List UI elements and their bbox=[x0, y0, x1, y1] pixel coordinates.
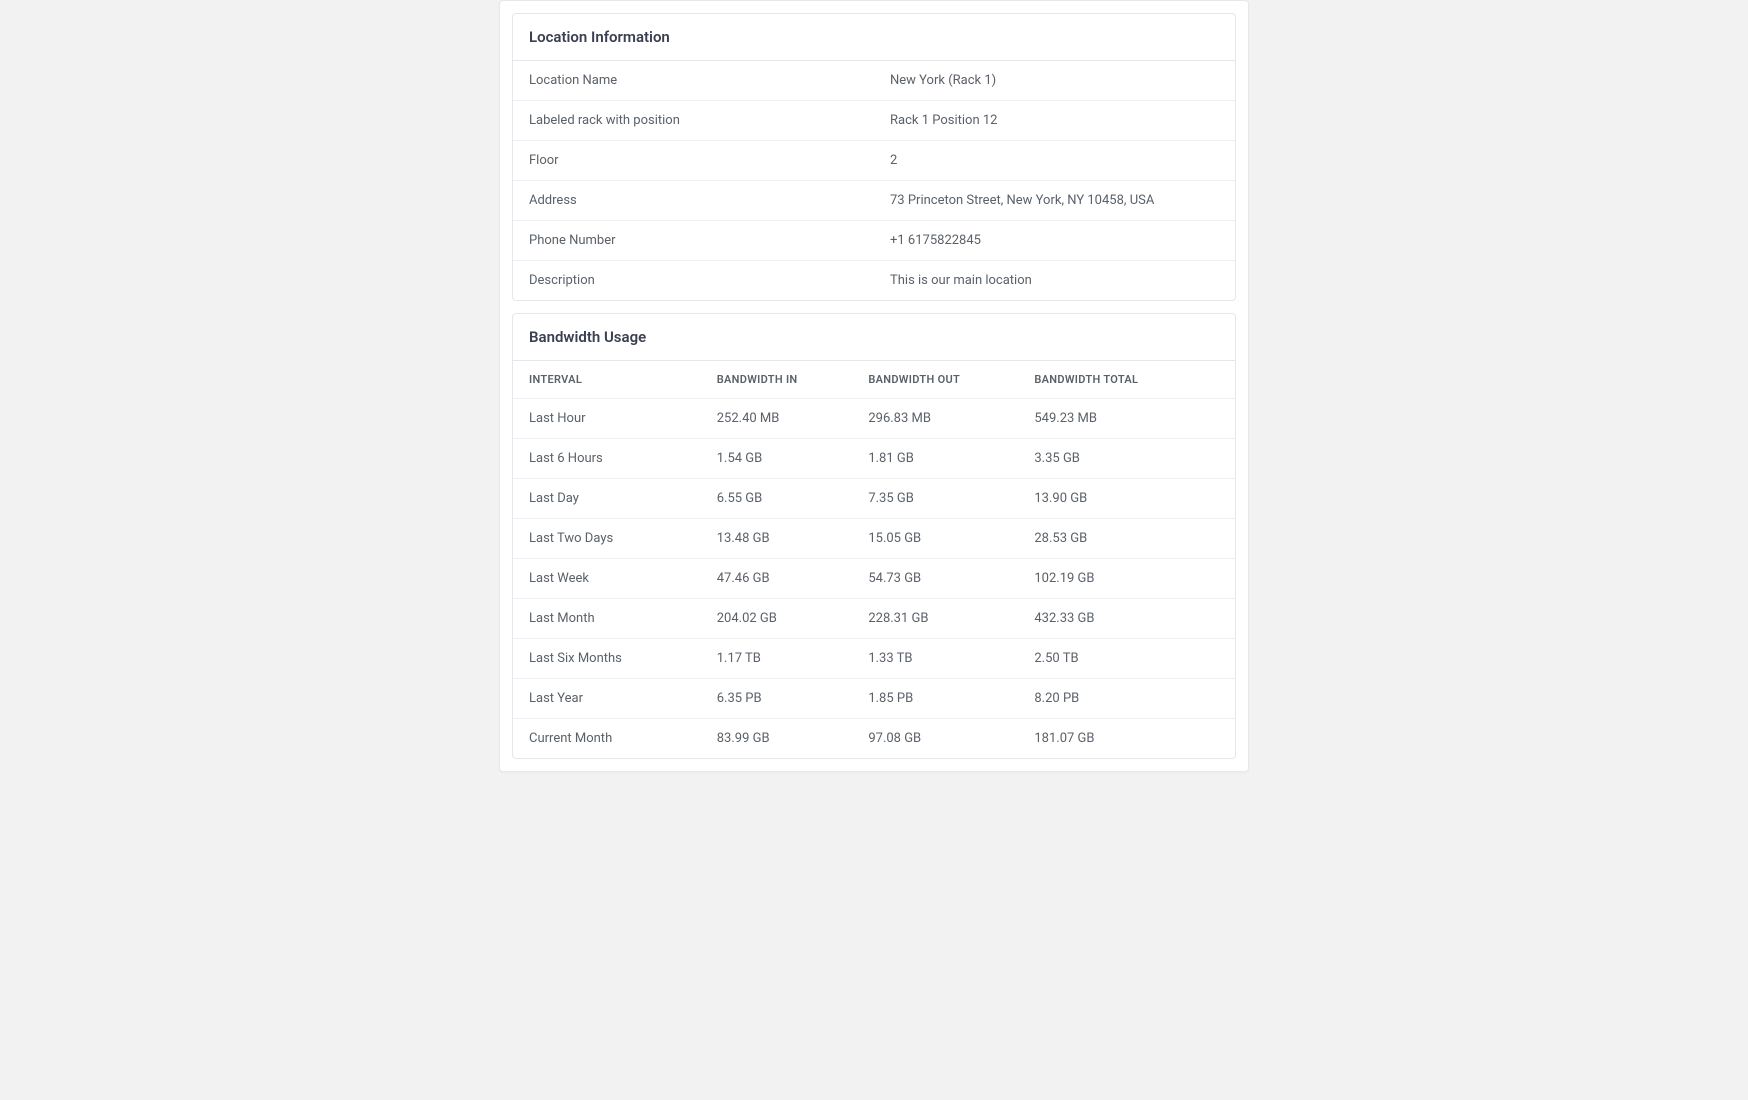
bandwidth-usage-card: Bandwidth Usage INTERVAL BANDWIDTH IN BA… bbox=[512, 313, 1236, 759]
col-bandwidth-out: BANDWIDTH OUT bbox=[852, 361, 1018, 399]
location-info-card: Location Information Location Name New Y… bbox=[512, 13, 1236, 301]
cell-interval: Last Week bbox=[513, 559, 701, 599]
cell-in: 13.48 GB bbox=[701, 519, 853, 559]
col-bandwidth-in: BANDWIDTH IN bbox=[701, 361, 853, 399]
cell-in: 204.02 GB bbox=[701, 599, 853, 639]
info-label: Description bbox=[513, 261, 874, 301]
info-row: Address 73 Princeton Street, New York, N… bbox=[513, 181, 1235, 221]
cell-in: 1.54 GB bbox=[701, 439, 853, 479]
info-row: Labeled rack with position Rack 1 Positi… bbox=[513, 101, 1235, 141]
cell-out: 296.83 MB bbox=[852, 399, 1018, 439]
bandwidth-usage-title: Bandwidth Usage bbox=[529, 328, 1219, 346]
cell-interval: Last Year bbox=[513, 679, 701, 719]
table-row: Last Two Days 13.48 GB 15.05 GB 28.53 GB bbox=[513, 519, 1235, 559]
cell-out: 54.73 GB bbox=[852, 559, 1018, 599]
location-info-header: Location Information bbox=[513, 14, 1235, 61]
bandwidth-usage-header: Bandwidth Usage bbox=[513, 314, 1235, 361]
cell-in: 47.46 GB bbox=[701, 559, 853, 599]
info-label: Floor bbox=[513, 141, 874, 181]
cell-out: 1.33 TB bbox=[852, 639, 1018, 679]
info-label: Location Name bbox=[513, 61, 874, 101]
info-value: This is our main location bbox=[874, 261, 1235, 301]
cell-out: 97.08 GB bbox=[852, 719, 1018, 759]
cell-interval: Last Month bbox=[513, 599, 701, 639]
location-info-table: Location Name New York (Rack 1) Labeled … bbox=[513, 61, 1235, 300]
cell-interval: Last Day bbox=[513, 479, 701, 519]
table-row: Last 6 Hours 1.54 GB 1.81 GB 3.35 GB bbox=[513, 439, 1235, 479]
cell-interval: Last 6 Hours bbox=[513, 439, 701, 479]
info-row: Location Name New York (Rack 1) bbox=[513, 61, 1235, 101]
cell-out: 15.05 GB bbox=[852, 519, 1018, 559]
cell-total: 432.33 GB bbox=[1018, 599, 1235, 639]
info-value: Rack 1 Position 12 bbox=[874, 101, 1235, 141]
cell-total: 181.07 GB bbox=[1018, 719, 1235, 759]
col-interval: INTERVAL bbox=[513, 361, 701, 399]
cell-total: 2.50 TB bbox=[1018, 639, 1235, 679]
table-header-row: INTERVAL BANDWIDTH IN BANDWIDTH OUT BAND… bbox=[513, 361, 1235, 399]
location-info-title: Location Information bbox=[529, 28, 1219, 46]
cell-interval: Last Two Days bbox=[513, 519, 701, 559]
cell-in: 6.55 GB bbox=[701, 479, 853, 519]
cell-total: 549.23 MB bbox=[1018, 399, 1235, 439]
info-value: New York (Rack 1) bbox=[874, 61, 1235, 101]
info-label: Address bbox=[513, 181, 874, 221]
cell-out: 1.85 PB bbox=[852, 679, 1018, 719]
table-row: Last Hour 252.40 MB 296.83 MB 549.23 MB bbox=[513, 399, 1235, 439]
info-value: +1 6175822845 bbox=[874, 221, 1235, 261]
table-row: Last Year 6.35 PB 1.85 PB 8.20 PB bbox=[513, 679, 1235, 719]
info-row: Floor 2 bbox=[513, 141, 1235, 181]
cell-interval: Current Month bbox=[513, 719, 701, 759]
info-row: Description This is our main location bbox=[513, 261, 1235, 301]
cell-total: 13.90 GB bbox=[1018, 479, 1235, 519]
cell-interval: Last Six Months bbox=[513, 639, 701, 679]
info-value: 2 bbox=[874, 141, 1235, 181]
info-value: 73 Princeton Street, New York, NY 10458,… bbox=[874, 181, 1235, 221]
cell-total: 102.19 GB bbox=[1018, 559, 1235, 599]
cell-in: 1.17 TB bbox=[701, 639, 853, 679]
cell-total: 28.53 GB bbox=[1018, 519, 1235, 559]
cell-total: 3.35 GB bbox=[1018, 439, 1235, 479]
cell-in: 6.35 PB bbox=[701, 679, 853, 719]
cell-total: 8.20 PB bbox=[1018, 679, 1235, 719]
info-row: Phone Number +1 6175822845 bbox=[513, 221, 1235, 261]
col-bandwidth-total: BANDWIDTH TOTAL bbox=[1018, 361, 1235, 399]
table-row: Last Six Months 1.17 TB 1.33 TB 2.50 TB bbox=[513, 639, 1235, 679]
table-row: Last Week 47.46 GB 54.73 GB 102.19 GB bbox=[513, 559, 1235, 599]
cell-out: 1.81 GB bbox=[852, 439, 1018, 479]
info-label: Labeled rack with position bbox=[513, 101, 874, 141]
bandwidth-usage-table: INTERVAL BANDWIDTH IN BANDWIDTH OUT BAND… bbox=[513, 361, 1235, 758]
cell-out: 228.31 GB bbox=[852, 599, 1018, 639]
main-panel: Location Information Location Name New Y… bbox=[499, 0, 1249, 772]
cell-interval: Last Hour bbox=[513, 399, 701, 439]
table-row: Last Month 204.02 GB 228.31 GB 432.33 GB bbox=[513, 599, 1235, 639]
table-row: Last Day 6.55 GB 7.35 GB 13.90 GB bbox=[513, 479, 1235, 519]
cell-out: 7.35 GB bbox=[852, 479, 1018, 519]
info-label: Phone Number bbox=[513, 221, 874, 261]
table-row: Current Month 83.99 GB 97.08 GB 181.07 G… bbox=[513, 719, 1235, 759]
cell-in: 252.40 MB bbox=[701, 399, 853, 439]
cell-in: 83.99 GB bbox=[701, 719, 853, 759]
